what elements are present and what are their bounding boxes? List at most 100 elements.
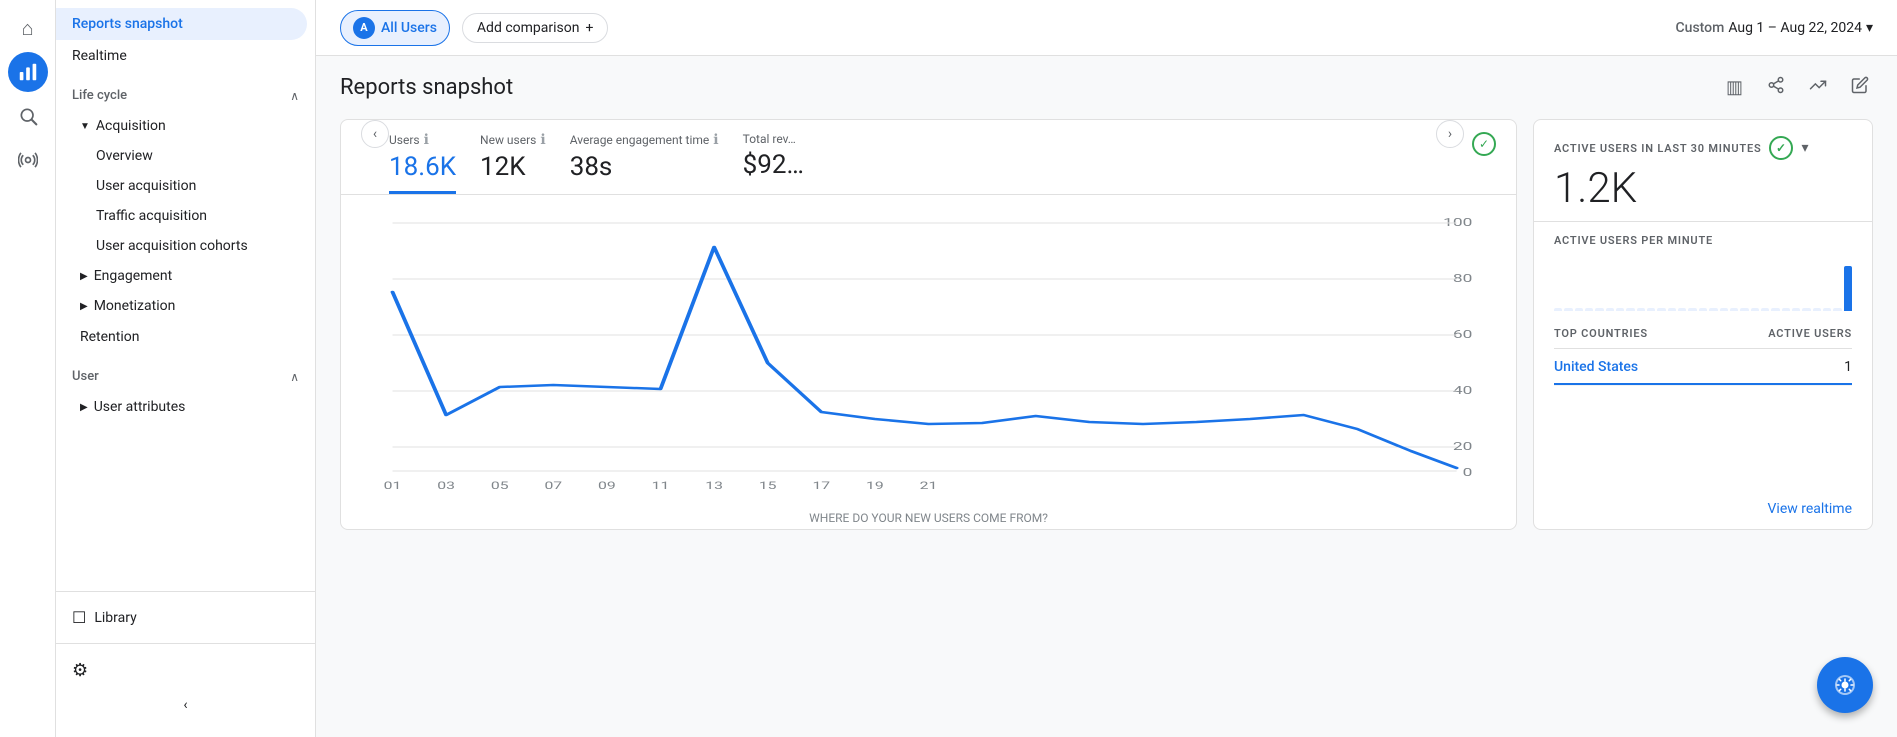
date-dropdown-icon: ▾ bbox=[1866, 20, 1873, 36]
svg-text:21: 21 bbox=[920, 481, 938, 491]
satellite-icon[interactable] bbox=[8, 140, 48, 180]
metric-users[interactable]: Users ℹ 18.6K bbox=[389, 120, 480, 194]
view-realtime-link[interactable]: View realtime bbox=[1768, 501, 1852, 517]
sidebar-item-reports-snapshot[interactable]: Reports snapshot bbox=[56, 8, 307, 40]
sidebar-item-traffic-acquisition[interactable]: Traffic acquisition bbox=[56, 201, 315, 231]
svg-text:01: 01 bbox=[384, 481, 402, 491]
bar-12 bbox=[1668, 308, 1676, 311]
bar-20 bbox=[1751, 308, 1759, 311]
bar-7 bbox=[1616, 308, 1624, 311]
country-users-us: 1 bbox=[1844, 359, 1852, 375]
all-users-avatar: A bbox=[353, 17, 375, 39]
main-content: A All Users Add comparison + Custom Aug … bbox=[316, 0, 1897, 737]
metric-total-revenue[interactable]: Total rev… $92… bbox=[743, 120, 828, 192]
lifecycle-section-header[interactable]: Life cycle ∧ bbox=[56, 80, 315, 111]
bar-4 bbox=[1585, 308, 1593, 311]
trend-icon[interactable] bbox=[1805, 72, 1831, 103]
content-actions: ▥ bbox=[1722, 72, 1873, 103]
compare-icon[interactable]: ▥ bbox=[1722, 73, 1747, 102]
bar-23 bbox=[1782, 308, 1790, 311]
home-icon[interactable]: ⌂ bbox=[8, 8, 48, 48]
analytics-icon[interactable] bbox=[8, 52, 48, 92]
realtime-per-minute-section: ACTIVE USERS PER MINUTE bbox=[1534, 222, 1872, 327]
all-users-button[interactable]: A All Users bbox=[340, 10, 450, 46]
bar-3 bbox=[1575, 308, 1583, 311]
sidebar-item-overview[interactable]: Overview bbox=[56, 141, 315, 171]
new-users-info-icon[interactable]: ℹ bbox=[540, 132, 545, 148]
bar-15 bbox=[1699, 308, 1707, 311]
header-bar: A All Users Add comparison + Custom Aug … bbox=[316, 0, 1897, 56]
bar-27 bbox=[1823, 308, 1831, 311]
bar-21 bbox=[1761, 308, 1769, 311]
realtime-title-text: ACTIVE USERS IN LAST 30 MINUTES bbox=[1554, 142, 1761, 155]
users-info-icon[interactable]: ℹ bbox=[424, 132, 429, 148]
svg-text:07: 07 bbox=[544, 481, 562, 491]
sidebar-item-realtime[interactable]: Realtime bbox=[56, 40, 315, 72]
collapse-sidebar[interactable]: ‹ bbox=[56, 689, 315, 721]
bar-17 bbox=[1720, 308, 1728, 311]
bar-22 bbox=[1771, 308, 1779, 311]
user-attributes-group[interactable]: ▶ User attributes bbox=[56, 392, 315, 422]
acquisition-group[interactable]: ▼ Acquisition bbox=[56, 111, 315, 141]
svg-text:03: 03 bbox=[437, 481, 455, 491]
edit-icon[interactable] bbox=[1847, 72, 1873, 103]
sidebar-bottom: ☐ Library ⚙ ‹ bbox=[56, 591, 315, 729]
sidebar-item-user-acquisition[interactable]: User acquisition bbox=[56, 171, 315, 201]
svg-text:15: 15 bbox=[759, 481, 777, 491]
share-icon[interactable] bbox=[1763, 72, 1789, 103]
active-users-col-label: ACTIVE USERS bbox=[1768, 327, 1852, 340]
cards-row: ‹ Users ℹ 18.6K New users ℹ bbox=[340, 119, 1873, 530]
svg-text:11: 11 bbox=[652, 481, 670, 491]
country-name-us[interactable]: United States bbox=[1554, 359, 1638, 375]
content-area: Reports snapshot ▥ ‹ bbox=[316, 56, 1897, 737]
engagement-info-icon[interactable]: ℹ bbox=[713, 132, 718, 148]
view-realtime-row: View realtime bbox=[1534, 489, 1872, 529]
add-comparison-button[interactable]: Add comparison + bbox=[462, 13, 609, 43]
library-icon: ☐ bbox=[72, 608, 86, 627]
content-header: Reports snapshot ▥ bbox=[340, 72, 1873, 103]
lifecycle-chevron: ∧ bbox=[290, 89, 299, 103]
monetization-triangle: ▶ bbox=[80, 301, 88, 312]
bar-24 bbox=[1792, 308, 1800, 311]
bar-25 bbox=[1802, 308, 1810, 311]
realtime-check-icon[interactable]: ✓ bbox=[1769, 136, 1793, 160]
metrics-next-button[interactable]: › bbox=[1436, 120, 1464, 148]
bar-10 bbox=[1647, 308, 1655, 311]
user-section-header[interactable]: User ∧ bbox=[56, 361, 315, 392]
metric-new-users[interactable]: New users ℹ 12K bbox=[480, 120, 570, 194]
collapse-icon: ‹ bbox=[183, 697, 187, 713]
top-countries-label: TOP COUNTRIES bbox=[1554, 327, 1648, 340]
metrics-prev-button[interactable]: ‹ bbox=[361, 120, 389, 148]
add-comparison-plus-icon: + bbox=[585, 20, 593, 36]
sidebar-item-cohorts[interactable]: User acquisition cohorts bbox=[56, 231, 315, 261]
metrics-check-icon[interactable]: ✓ bbox=[1472, 132, 1496, 156]
bar-18 bbox=[1730, 308, 1738, 311]
mini-bar-chart bbox=[1554, 255, 1852, 315]
engagement-triangle: ▶ bbox=[80, 271, 88, 282]
svg-text:19: 19 bbox=[866, 481, 884, 491]
engagement-group[interactable]: ▶ Engagement bbox=[56, 261, 315, 291]
bar-5 bbox=[1595, 308, 1603, 311]
bar-2 bbox=[1564, 308, 1572, 311]
bar-8 bbox=[1626, 308, 1634, 311]
search-console-icon[interactable] bbox=[8, 96, 48, 136]
monetization-group[interactable]: ▶ Monetization bbox=[56, 291, 315, 321]
bar-28 bbox=[1833, 308, 1841, 311]
realtime-card: ACTIVE USERS IN LAST 30 MINUTES ✓ ▾ 1.2K… bbox=[1533, 119, 1873, 530]
svg-text:17: 17 bbox=[812, 481, 830, 491]
metric-engagement-time[interactable]: Average engagement time ℹ 38s bbox=[570, 120, 743, 194]
settings-item[interactable]: ⚙ bbox=[56, 652, 315, 689]
bar-19 bbox=[1740, 308, 1748, 311]
sidebar: Reports snapshot Realtime Life cycle ∧ ▼… bbox=[56, 0, 316, 737]
date-range-selector[interactable]: Custom Aug 1 – Aug 22, 2024 ▾ bbox=[1676, 20, 1873, 36]
sidebar-item-library[interactable]: ☐ Library bbox=[56, 600, 315, 635]
add-comparison-label: Add comparison bbox=[477, 20, 580, 36]
fab-button[interactable] bbox=[1817, 657, 1873, 713]
chart-container: 100 80 60 40 20 0 bbox=[341, 195, 1516, 503]
page-title: Reports snapshot bbox=[340, 75, 513, 100]
sidebar-item-retention[interactable]: Retention bbox=[56, 321, 315, 353]
bar-14 bbox=[1688, 308, 1696, 311]
svg-text:09: 09 bbox=[598, 481, 616, 491]
realtime-dropdown-icon[interactable]: ▾ bbox=[1801, 140, 1809, 156]
bar-26 bbox=[1813, 308, 1821, 311]
